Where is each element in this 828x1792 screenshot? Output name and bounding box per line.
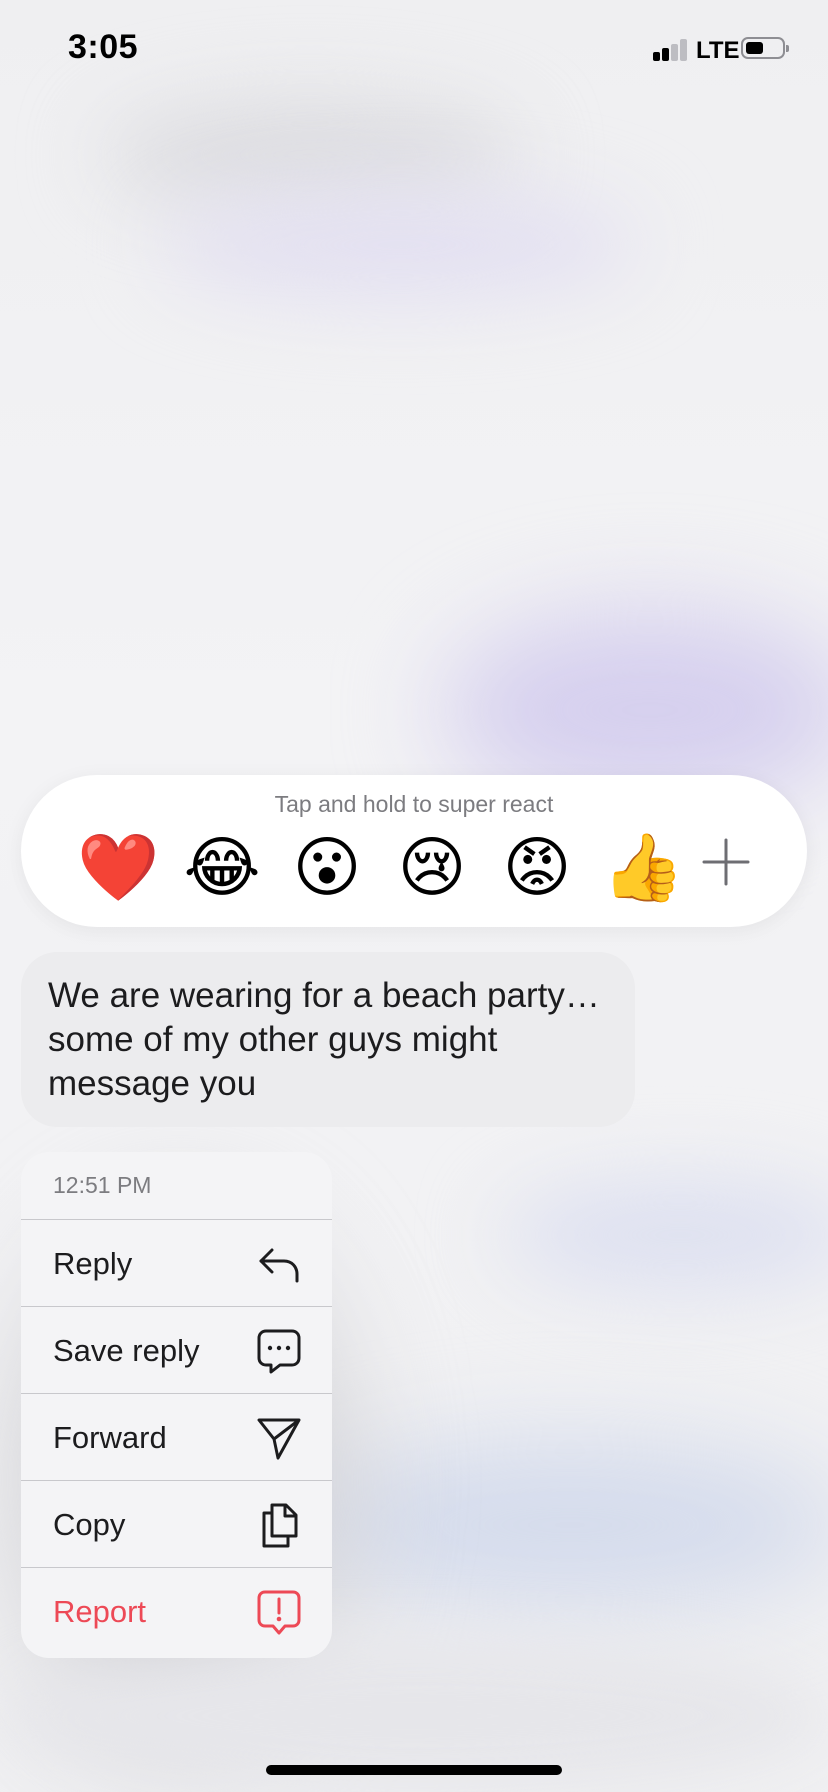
status-bar: 3:05 LTE bbox=[0, 0, 828, 100]
reaction-angry[interactable]: 😡 bbox=[497, 827, 577, 907]
message-context-menu: 12:51 PM Reply Save reply Forward Copy R… bbox=[21, 1152, 332, 1658]
message-text: We are wearing for a beach party… some o… bbox=[48, 976, 600, 1103]
reaction-laugh[interactable]: 😂 bbox=[182, 827, 262, 907]
reply-label: Reply bbox=[53, 1246, 133, 1281]
reaction-thumbs-up[interactable]: 👍 bbox=[602, 827, 684, 907]
reply-arrow-icon bbox=[259, 1248, 299, 1283]
report-exclamation-icon bbox=[257, 1590, 301, 1635]
home-indicator[interactable] bbox=[266, 1765, 562, 1775]
save-reply-label: Save reply bbox=[53, 1333, 200, 1368]
reaction-wow[interactable]: 😮 bbox=[287, 827, 367, 907]
battery-icon bbox=[741, 37, 789, 59]
report-menu-item[interactable]: Report bbox=[21, 1568, 332, 1655]
copy-label: Copy bbox=[53, 1507, 126, 1542]
report-label: Report bbox=[53, 1594, 147, 1629]
status-time: 3:05 bbox=[68, 28, 139, 66]
copy-documents-icon bbox=[262, 1503, 298, 1548]
reaction-bar: Tap and hold to super react ❤️ 😂 😮 😢 😡 👍 bbox=[21, 775, 807, 927]
forward-menu-item[interactable]: Forward bbox=[21, 1394, 332, 1481]
plus-icon[interactable] bbox=[701, 837, 751, 887]
reaction-sad[interactable]: 😢 bbox=[392, 827, 472, 907]
copy-menu-item[interactable]: Copy bbox=[21, 1481, 332, 1568]
reply-menu-item[interactable]: Reply bbox=[21, 1220, 332, 1307]
forward-label: Forward bbox=[53, 1420, 167, 1455]
network-type: LTE bbox=[696, 37, 740, 64]
message-bubble: We are wearing for a beach party… some o… bbox=[21, 952, 635, 1127]
message-timestamp: 12:51 PM bbox=[21, 1152, 332, 1220]
super-react-hint: Tap and hold to super react bbox=[274, 791, 554, 817]
chat-bubble-dots-icon bbox=[257, 1329, 301, 1374]
save-reply-menu-item[interactable]: Save reply bbox=[21, 1307, 332, 1394]
cellular-signal-icon bbox=[653, 39, 689, 61]
reaction-heart[interactable]: ❤️ bbox=[77, 827, 159, 907]
paper-plane-icon bbox=[257, 1418, 301, 1460]
